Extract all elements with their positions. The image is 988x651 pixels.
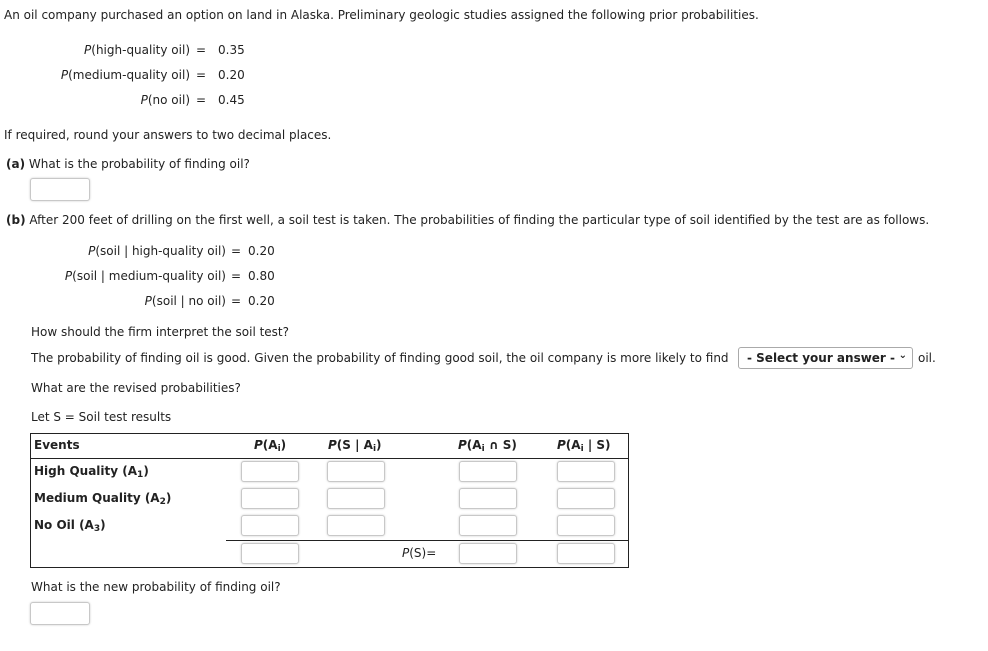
interpret-sentence: The probability of finding oil is good. … [31,351,729,365]
header-p-ai-given-s: P(Ai | S) [557,438,611,454]
equals: = [231,294,242,308]
conditional-value-none: 0.20 [248,294,275,308]
p-a-total-input[interactable] [241,543,299,564]
interpret-question: How should the firm interpret the soil t… [31,325,290,339]
prior-label-high: P(high-quality oil) [84,43,190,57]
equals: = [231,244,242,258]
conditional-label-none: P(soil | no oil) [144,294,226,308]
intro-text: An oil company purchased an option on la… [4,8,759,22]
p-a2-input[interactable] [241,488,299,509]
p-a3-given-s-input[interactable] [557,515,615,536]
conditional-label-medium: P(soil | medium-quality oil) [64,269,226,283]
answer-select[interactable]: - Select your answer - ⌄ [738,347,913,369]
part-a-answer-input[interactable] [30,178,90,201]
equals: = [231,269,242,283]
prior-value-none: 0.45 [218,93,245,107]
p-a3-input[interactable] [241,515,299,536]
let-s-text: Let S = Soil test results [31,410,172,424]
p-a2-given-s-input[interactable] [557,488,615,509]
p-a3-and-s-input[interactable] [459,515,517,536]
equals: = [196,43,207,57]
p-s-total-input[interactable] [459,543,517,564]
equals: = [196,93,207,107]
p-a2-and-s-input[interactable] [459,488,517,509]
part-b-intro: (b) After 200 feet of drilling on the fi… [6,213,930,227]
p-a1-given-s-input[interactable] [557,461,615,482]
p-s-given-a2-input[interactable] [327,488,385,509]
header-p-ai: P(Ai) [254,438,287,454]
prior-value-high: 0.35 [218,43,245,57]
header-p-ai-and-s: P(Ai ∩ S) [458,438,517,454]
rounding-note: If required, round your answers to two d… [4,128,332,142]
p-s-given-a1-input[interactable] [327,461,385,482]
conditional-value-high: 0.20 [248,244,275,258]
conditional-label-high: P(soil | high-quality oil) [88,244,226,258]
p-ai-given-s-total-input[interactable] [557,543,615,564]
new-prob-answer-input[interactable] [30,602,90,625]
equals: = [196,68,207,82]
chevron-down-icon: ⌄ [898,350,907,361]
revised-question: What are the revised probabilities? [31,381,241,395]
p-s-label: P(S)= [402,546,437,560]
select-value: - Select your answer - [747,351,896,365]
prior-label-medium: P(medium-quality oil) [60,68,190,82]
header-divider [30,458,629,459]
p-a1-and-s-input[interactable] [459,461,517,482]
row-label-none: No Oil (A3) [34,518,106,534]
part-a-question: (a) What is the probability of finding o… [6,157,250,171]
interpret-sentence-end: oil. [918,351,936,365]
prior-value-medium: 0.20 [218,68,245,82]
header-p-s-given-ai: P(S | Ai) [328,438,382,454]
conditional-value-medium: 0.80 [248,269,275,283]
p-s-given-a3-input[interactable] [327,515,385,536]
prior-label-none: P(no oil) [140,93,190,107]
p-a1-input[interactable] [241,461,299,482]
new-prob-question: What is the new probability of finding o… [31,580,281,594]
total-divider [226,540,629,541]
header-events: Events [34,438,80,452]
row-label-medium: Medium Quality (A2) [34,491,172,507]
row-label-high: High Quality (A1) [34,464,149,480]
